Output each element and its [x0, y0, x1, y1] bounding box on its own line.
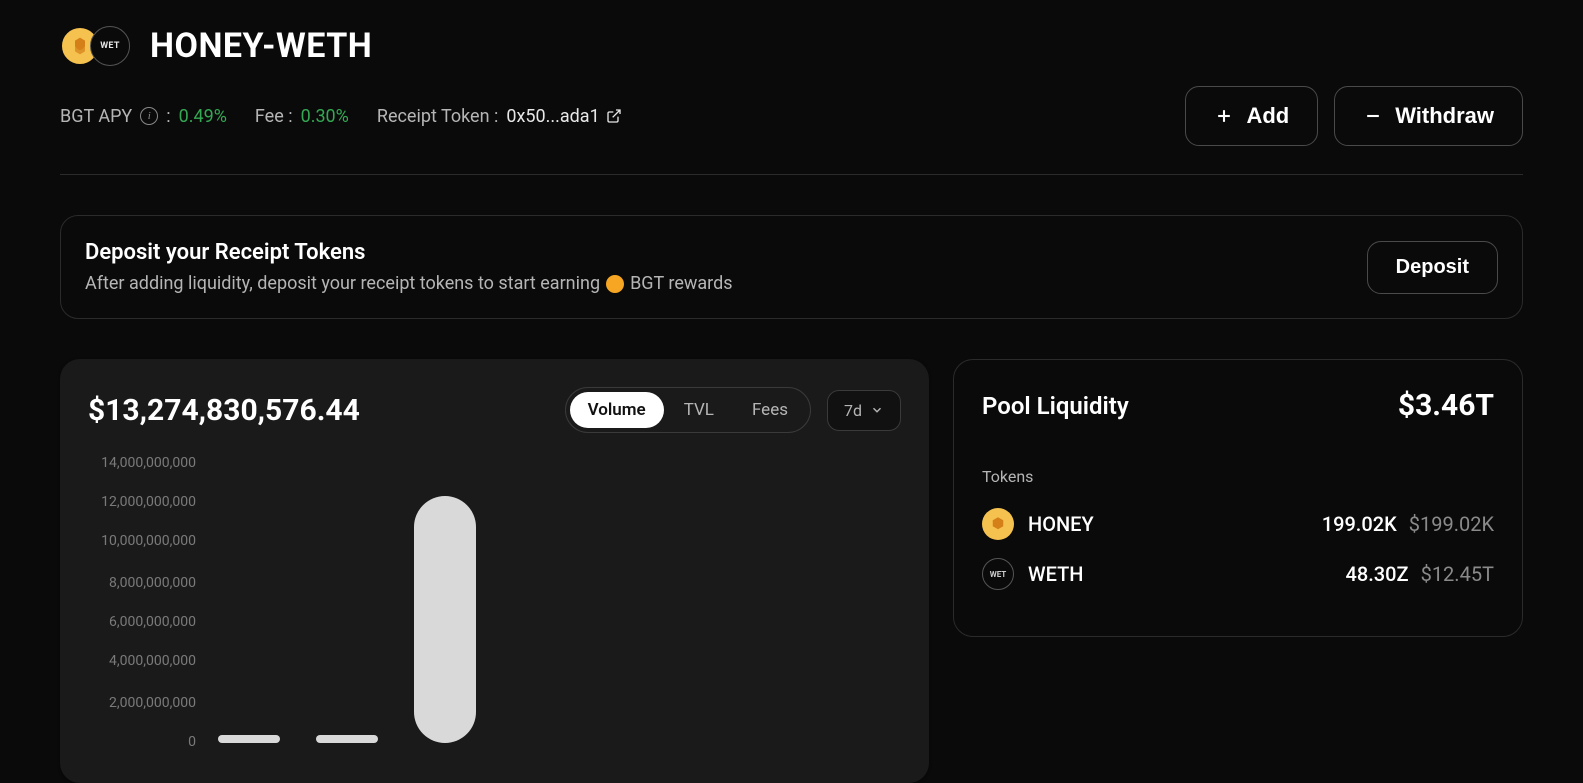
bgt-apy-stat: BGT APY i : 0.49%: [60, 106, 227, 127]
token-amount: 199.02K: [1322, 512, 1397, 536]
token-row-weth: WET WETH 48.30Z $12.45T: [982, 558, 1494, 590]
deposit-banner: Deposit your Receipt Tokens After adding…: [60, 215, 1523, 319]
pair-icons: WET: [60, 26, 130, 66]
add-button[interactable]: Add: [1185, 86, 1318, 146]
y-tick: 2,000,000,000: [76, 695, 196, 711]
info-icon[interactable]: i: [140, 107, 158, 125]
y-tick: 12,000,000,000: [76, 494, 196, 510]
tokens-label: Tokens: [982, 467, 1494, 486]
honey-hex-icon: [70, 36, 90, 56]
token-symbol: HONEY: [1028, 512, 1094, 536]
deposit-button[interactable]: Deposit: [1367, 241, 1498, 294]
receipt-address-link[interactable]: 0x50...ada1: [506, 106, 621, 127]
tab-fees[interactable]: Fees: [734, 392, 806, 428]
pair-header: WET HONEY-WETH: [60, 0, 1523, 86]
banner-title: Deposit your Receipt Tokens: [85, 240, 733, 265]
chart-plot: [208, 463, 901, 763]
receipt-token-stat: Receipt Token : 0x50...ada1: [377, 106, 622, 127]
weth-token-icon: WET: [982, 558, 1014, 590]
fee-value: 0.30%: [301, 106, 349, 127]
y-tick: 0: [76, 734, 196, 750]
pool-liquidity-title: Pool Liquidity: [982, 392, 1129, 420]
receipt-label: Receipt Token :: [377, 106, 498, 127]
pair-title: HONEY-WETH: [150, 26, 372, 66]
period-select[interactable]: 7d: [827, 390, 901, 431]
chart-bar: [316, 735, 378, 743]
chart-bar: [414, 496, 476, 743]
chevron-down-icon: [870, 403, 884, 417]
chart-y-axis: 14,000,000,000 12,000,000,000 10,000,000…: [88, 463, 208, 763]
withdraw-button[interactable]: Withdraw: [1334, 86, 1523, 146]
bgt-icon: [606, 275, 624, 293]
y-tick: 14,000,000,000: [76, 455, 196, 471]
token-row-honey: HONEY 199.02K $199.02K: [982, 508, 1494, 540]
y-tick: 10,000,000,000: [76, 533, 196, 549]
y-tick: 4,000,000,000: [76, 653, 196, 669]
token-usd: $12.45T: [1421, 562, 1494, 586]
y-tick: 6,000,000,000: [76, 614, 196, 630]
tab-volume[interactable]: Volume: [570, 392, 664, 428]
chart-body: 14,000,000,000 12,000,000,000 10,000,000…: [88, 463, 901, 763]
chart-card: $13,274,830,576.44 Volume TVL Fees 7d: [60, 359, 929, 783]
bgt-apy-value: 0.49%: [179, 106, 227, 127]
honey-token-icon: [982, 508, 1014, 540]
weth-token-icon: WET: [90, 26, 130, 66]
chart-total-value: $13,274,830,576.44: [88, 393, 360, 428]
chart-bar: [218, 735, 280, 743]
plus-icon: [1214, 106, 1234, 126]
fee-label: Fee :: [255, 106, 293, 127]
bgt-apy-label: BGT APY: [60, 106, 132, 127]
token-usd: $199.02K: [1409, 512, 1494, 536]
minus-icon: [1363, 106, 1383, 126]
banner-subtitle: After adding liquidity, deposit your rec…: [85, 273, 733, 294]
pool-liquidity-card: Pool Liquidity $3.46T Tokens HONEY 199.0…: [953, 359, 1523, 637]
y-tick: 8,000,000,000: [76, 575, 196, 591]
fee-stat: Fee : 0.30%: [255, 106, 349, 127]
pool-liquidity-value: $3.46T: [1398, 388, 1494, 423]
tab-tvl[interactable]: TVL: [666, 392, 732, 428]
chart-metric-tabs: Volume TVL Fees: [565, 387, 811, 433]
token-symbol: WETH: [1028, 562, 1083, 586]
token-amount: 48.30Z: [1345, 562, 1408, 586]
external-link-icon: [606, 108, 622, 124]
stats-row: BGT APY i : 0.49% Fee : 0.30% Receipt To…: [60, 86, 1523, 175]
